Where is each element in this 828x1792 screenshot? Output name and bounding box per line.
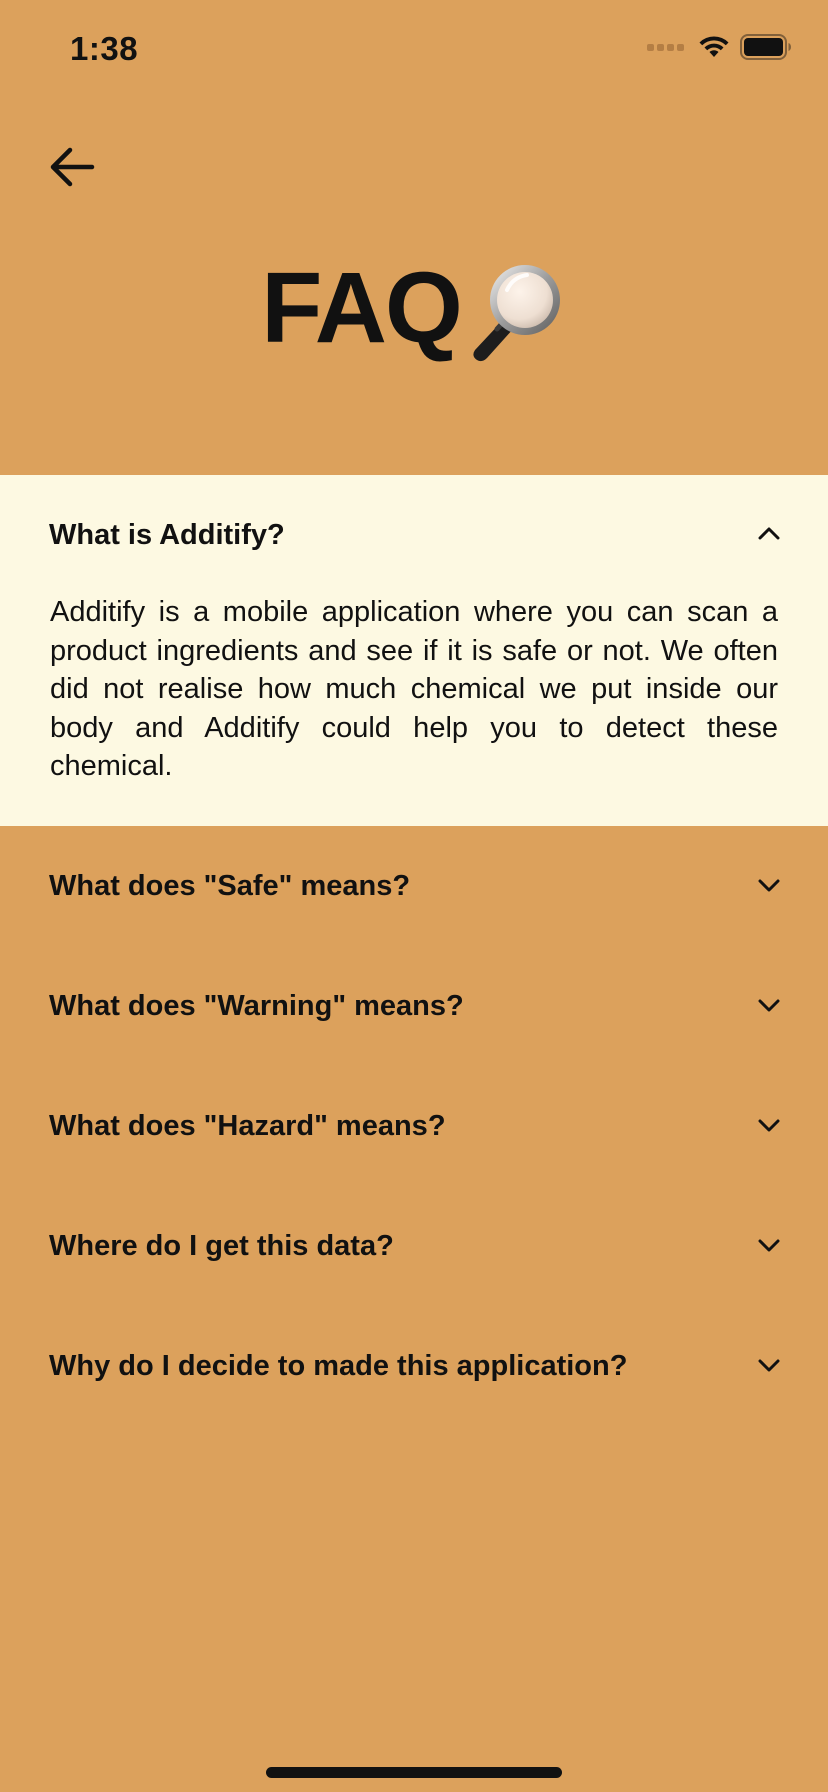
status-time: 1:38 bbox=[70, 30, 139, 67]
faq-header[interactable]: What does "Safe" means? bbox=[0, 826, 828, 946]
faq-item-hazard: What does "Hazard" means? bbox=[0, 1066, 828, 1186]
chevron-down-icon bbox=[758, 1239, 780, 1251]
back-button[interactable] bbox=[44, 138, 100, 194]
faq-question: What does "Warning" means? bbox=[49, 989, 464, 1022]
faq-header[interactable]: Why do I decide to made this application… bbox=[0, 1306, 828, 1426]
cellular-signal-icon bbox=[647, 43, 684, 51]
home-indicator[interactable] bbox=[266, 1767, 562, 1778]
faq-answer: Additify is a mobile application where y… bbox=[50, 596, 778, 782]
chevron-up-icon bbox=[758, 527, 780, 540]
status-bar: 1:38 bbox=[0, 0, 828, 100]
faq-item-what-is-additify: What is Additify? Additify is a mobile a… bbox=[0, 475, 828, 826]
faq-question: What does "Hazard" means? bbox=[49, 1109, 446, 1142]
magnifying-glass-icon bbox=[473, 265, 560, 362]
chevron-down-icon bbox=[758, 879, 780, 891]
faq-header[interactable]: Where do I get this data? bbox=[0, 1186, 828, 1306]
chevron-down-icon bbox=[758, 999, 780, 1011]
faq-item-why-made: Why do I decide to made this application… bbox=[0, 1306, 828, 1426]
faq-item-data-source: Where do I get this data? bbox=[0, 1186, 828, 1306]
chevron-down-icon bbox=[758, 1359, 780, 1371]
battery-icon bbox=[740, 34, 791, 60]
faq-list: What is Additify? Additify is a mobile a… bbox=[0, 475, 828, 1426]
faq-header[interactable]: What does "Hazard" means? bbox=[0, 1066, 828, 1186]
faq-question: What does "Safe" means? bbox=[49, 869, 411, 902]
faq-question: Where do I get this data? bbox=[49, 1229, 394, 1262]
status-indicators bbox=[647, 34, 792, 60]
page-header: FAQ bbox=[0, 252, 828, 364]
faq-header[interactable]: What does "Warning" means? bbox=[0, 946, 828, 1066]
wifi-icon bbox=[699, 36, 729, 57]
faq-question: Why do I decide to made this application… bbox=[49, 1349, 628, 1382]
arrow-left-icon bbox=[50, 147, 95, 187]
faq-item-safe: What does "Safe" means? bbox=[0, 826, 828, 946]
chevron-down-icon bbox=[758, 1119, 780, 1131]
faq-item-warning: What does "Warning" means? bbox=[0, 946, 828, 1066]
faq-question: What is Additify? bbox=[49, 519, 285, 551]
page-title: FAQ bbox=[261, 252, 463, 364]
faq-header[interactable]: What is Additify? bbox=[0, 475, 828, 595]
